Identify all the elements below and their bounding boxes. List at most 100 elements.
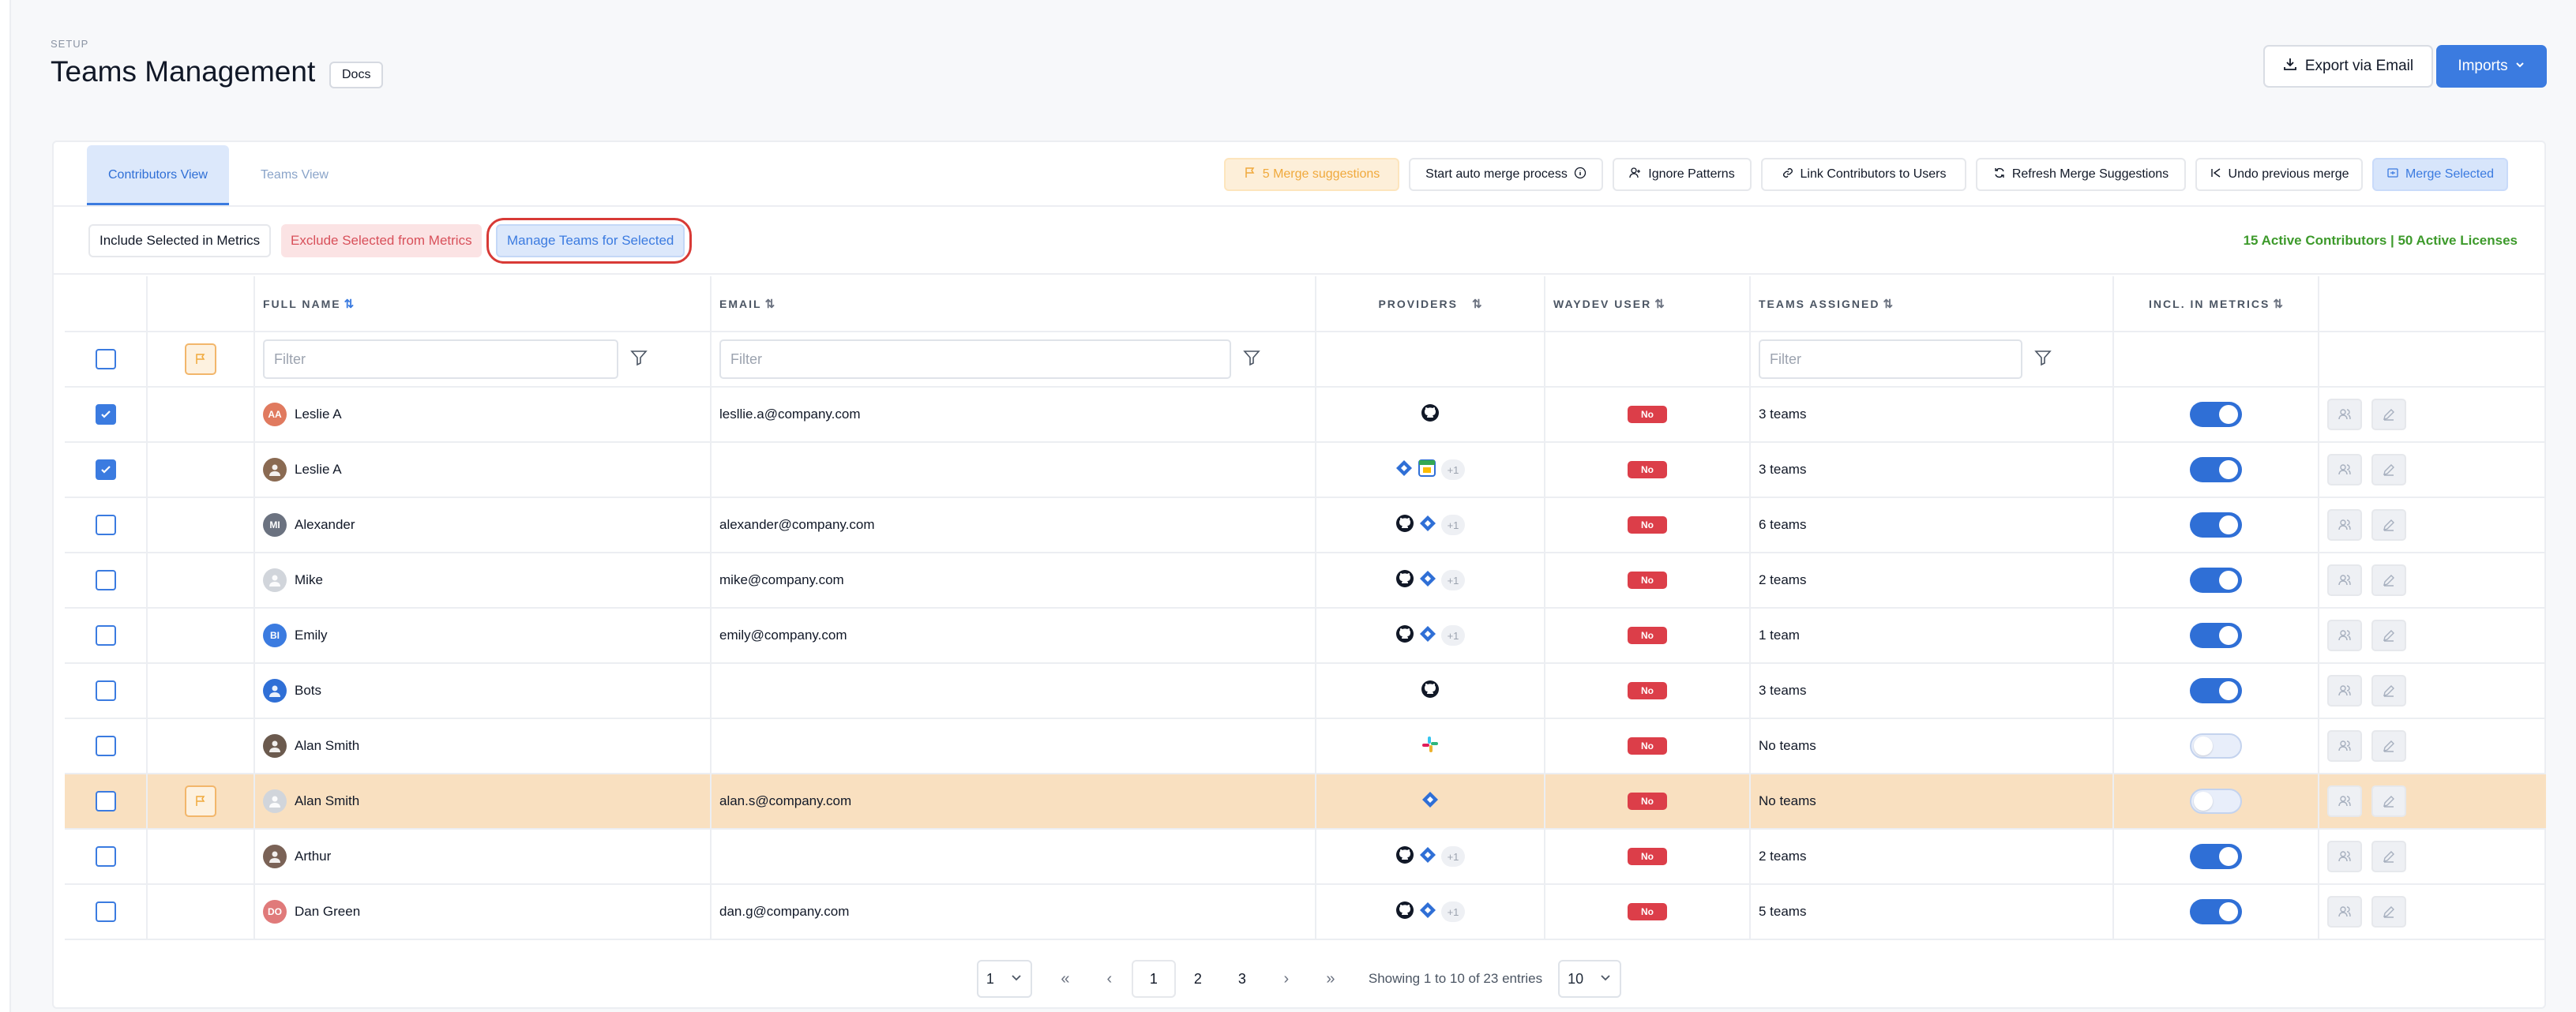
row-checkbox[interactable] bbox=[95, 515, 116, 535]
more-providers-badge[interactable]: +1 bbox=[1441, 459, 1465, 480]
edit-icon[interactable] bbox=[2371, 399, 2406, 430]
table-row[interactable]: Alan Smith No No teams bbox=[65, 718, 2546, 774]
table-row[interactable]: Arthur +1 No 2 teams bbox=[65, 829, 2546, 885]
include-selected-button[interactable]: Include Selected in Metrics bbox=[88, 224, 272, 257]
last-page-icon[interactable]: » bbox=[1309, 960, 1353, 998]
imports-button[interactable]: Imports bbox=[2436, 45, 2547, 88]
metrics-toggle[interactable] bbox=[2190, 402, 2242, 427]
metrics-toggle[interactable] bbox=[2190, 733, 2242, 759]
more-providers-badge[interactable]: +1 bbox=[1441, 515, 1465, 535]
row-checkbox[interactable] bbox=[95, 570, 116, 590]
first-page-icon[interactable]: « bbox=[1043, 960, 1087, 998]
edit-icon[interactable] bbox=[2371, 841, 2406, 872]
users-icon[interactable] bbox=[2327, 454, 2362, 485]
row-checkbox[interactable] bbox=[95, 680, 116, 701]
tab-contributors-view[interactable]: Contributors View bbox=[87, 145, 229, 205]
edit-icon[interactable] bbox=[2371, 785, 2406, 817]
row-checkbox[interactable] bbox=[95, 901, 116, 922]
merge-suggestions-button[interactable]: 5 Merge suggestions bbox=[1224, 158, 1399, 191]
tab-teams-view[interactable]: Teams View bbox=[243, 145, 346, 205]
users-icon[interactable] bbox=[2327, 896, 2362, 928]
table-row[interactable]: Mike mike@company.com +1 No 2 teams bbox=[65, 553, 2546, 609]
page-1-button[interactable]: 1 bbox=[1131, 960, 1176, 998]
metrics-toggle[interactable] bbox=[2190, 678, 2242, 703]
section-label: SETUP bbox=[51, 38, 89, 50]
select-all-checkbox[interactable] bbox=[95, 349, 116, 369]
header-email[interactable]: EMAIL ⇅ bbox=[711, 276, 1316, 332]
metrics-toggle[interactable] bbox=[2190, 844, 2242, 869]
filter-icon[interactable] bbox=[629, 348, 648, 371]
edit-icon[interactable] bbox=[2371, 675, 2406, 707]
metrics-toggle[interactable] bbox=[2190, 512, 2242, 538]
header-full-name[interactable]: FULL NAME ⇅ bbox=[254, 276, 712, 332]
page-2-button[interactable]: 2 bbox=[1176, 960, 1220, 998]
row-checkbox[interactable] bbox=[95, 459, 116, 480]
more-providers-badge[interactable]: +1 bbox=[1441, 846, 1465, 867]
row-checkbox[interactable] bbox=[95, 846, 116, 867]
users-icon[interactable] bbox=[2327, 399, 2362, 430]
users-icon[interactable] bbox=[2327, 785, 2362, 817]
exclude-selected-button[interactable]: Exclude Selected from Metrics bbox=[281, 224, 482, 257]
next-page-icon[interactable]: › bbox=[1264, 960, 1309, 998]
page-size-select[interactable]: 10 bbox=[1558, 960, 1622, 998]
metrics-toggle[interactable] bbox=[2190, 789, 2242, 814]
more-providers-badge[interactable]: +1 bbox=[1441, 901, 1465, 922]
row-flag-button[interactable] bbox=[185, 785, 216, 817]
header-waydev-user[interactable]: WAYDEV USER ⇅ bbox=[1545, 276, 1751, 332]
name-filter-input[interactable]: Filter bbox=[263, 339, 618, 379]
email-filter-input[interactable]: Filter bbox=[719, 339, 1231, 379]
table-row[interactable]: BI Emily emily@company.com +1 No 1 team bbox=[65, 608, 2546, 664]
filter-icon[interactable] bbox=[2033, 348, 2052, 371]
flag-filter-button[interactable] bbox=[185, 343, 216, 375]
row-checkbox[interactable] bbox=[95, 404, 116, 425]
row-checkbox[interactable] bbox=[95, 791, 116, 811]
merge-selected-button[interactable]: Merge Selected bbox=[2372, 158, 2508, 191]
sort-icon: ⇅ bbox=[2273, 297, 2283, 311]
users-icon[interactable] bbox=[2327, 564, 2362, 596]
header-incl-in-metrics[interactable]: INCL. IN METRICS ⇅ bbox=[2113, 276, 2319, 332]
edit-icon[interactable] bbox=[2371, 509, 2406, 541]
users-icon[interactable] bbox=[2327, 841, 2362, 872]
pagination-info: Showing 1 to 10 of 23 entries bbox=[1368, 971, 1543, 986]
table-row[interactable]: AA Leslie A lesllie.a@company.com No 3 t… bbox=[65, 387, 2546, 443]
users-icon[interactable] bbox=[2327, 675, 2362, 707]
docs-button[interactable]: Docs bbox=[329, 62, 384, 88]
edit-icon[interactable] bbox=[2371, 730, 2406, 762]
users-icon[interactable] bbox=[2327, 620, 2362, 651]
jira-icon bbox=[1419, 515, 1436, 536]
more-providers-badge[interactable]: +1 bbox=[1441, 625, 1465, 646]
row-checkbox[interactable] bbox=[95, 625, 116, 646]
table-row[interactable]: DO Dan Green dan.g@company.com +1 No 5 t… bbox=[65, 884, 2546, 940]
more-providers-badge[interactable]: +1 bbox=[1441, 570, 1465, 590]
header-teams-assigned[interactable]: TEAMS ASSIGNED ⇅ bbox=[1750, 276, 2114, 332]
table-row[interactable]: Bots No 3 teams bbox=[65, 663, 2546, 719]
metrics-toggle[interactable] bbox=[2190, 568, 2242, 593]
row-checkbox[interactable] bbox=[95, 736, 116, 756]
header-providers[interactable]: PROVIDERS ⇅ bbox=[1316, 276, 1545, 332]
merge-suggestions-label: 5 Merge suggestions bbox=[1262, 167, 1380, 181]
refresh-merge-button[interactable]: Refresh Merge Suggestions bbox=[1976, 158, 2186, 191]
edit-icon[interactable] bbox=[2371, 896, 2406, 928]
edit-icon[interactable] bbox=[2371, 454, 2406, 485]
table-row[interactable]: Alan Smith alan.s@company.com No No team… bbox=[65, 774, 2546, 830]
edit-icon[interactable] bbox=[2371, 620, 2406, 651]
prev-page-icon[interactable]: ‹ bbox=[1087, 960, 1132, 998]
undo-icon bbox=[2210, 167, 2222, 183]
teams-filter-input[interactable]: Filter bbox=[1759, 339, 2022, 379]
export-via-email-button[interactable]: Export via Email bbox=[2263, 45, 2433, 88]
start-auto-merge-button[interactable]: Start auto merge process bbox=[1409, 158, 1603, 191]
users-icon[interactable] bbox=[2327, 509, 2362, 541]
link-contributors-button[interactable]: Link Contributors to Users bbox=[1761, 158, 1966, 191]
undo-merge-button[interactable]: Undo previous merge bbox=[2195, 158, 2363, 191]
metrics-toggle[interactable] bbox=[2190, 623, 2242, 648]
table-row[interactable]: Leslie A +1 No 3 teams bbox=[65, 442, 2546, 498]
table-row[interactable]: MI Alexander alexander@company.com +1 No… bbox=[65, 497, 2546, 553]
metrics-toggle[interactable] bbox=[2190, 457, 2242, 482]
users-icon[interactable] bbox=[2327, 730, 2362, 762]
edit-icon[interactable] bbox=[2371, 564, 2406, 596]
metrics-toggle[interactable] bbox=[2190, 899, 2242, 924]
filter-icon[interactable] bbox=[1242, 348, 1261, 371]
ignore-patterns-button[interactable]: Ignore Patterns bbox=[1613, 158, 1752, 191]
page-3-button[interactable]: 3 bbox=[1220, 960, 1264, 998]
page-select[interactable]: 1 bbox=[976, 960, 1032, 998]
